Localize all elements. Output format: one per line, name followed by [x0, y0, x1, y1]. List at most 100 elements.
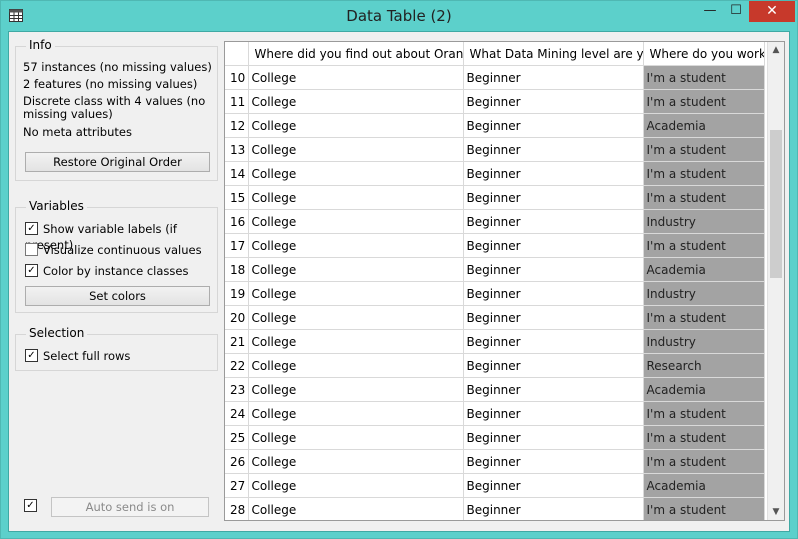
work-cell[interactable]: I'm a student — [643, 497, 765, 520]
data-table[interactable]: Where did you find out about Orange? Wha… — [224, 41, 785, 521]
work-cell[interactable]: I'm a student — [643, 425, 765, 450]
source-cell[interactable]: College — [248, 65, 464, 90]
work-cell[interactable]: Academia — [643, 113, 765, 138]
work-cell[interactable]: I'm a student — [643, 233, 765, 258]
table-row[interactable]: 21 College Beginner Industry — [225, 329, 765, 354]
work-cell[interactable]: I'm a student — [643, 161, 765, 186]
table-row[interactable]: 26 College Beginner I'm a student — [225, 449, 765, 474]
table-row[interactable]: 22 College Beginner Research — [225, 353, 765, 378]
row-number-cell[interactable]: 17 — [225, 233, 249, 258]
level-cell[interactable]: Beginner — [463, 209, 644, 234]
set-colors-button[interactable]: Set colors — [25, 286, 210, 306]
table-row[interactable]: 23 College Beginner Academia — [225, 377, 765, 402]
source-cell[interactable]: College — [248, 257, 464, 282]
level-cell[interactable]: Beginner — [463, 185, 644, 210]
visualize-continuous-checkbox[interactable]: Visualize continuous values — [25, 242, 202, 258]
work-cell[interactable]: Research — [643, 353, 765, 378]
work-cell[interactable]: Academia — [643, 257, 765, 282]
table-row[interactable]: 24 College Beginner I'm a student — [225, 401, 765, 426]
autosend-checkbox[interactable]: ✓ — [24, 498, 42, 514]
work-cell[interactable]: I'm a student — [643, 305, 765, 330]
row-number-cell[interactable]: 12 — [225, 113, 249, 138]
corner-header[interactable] — [225, 42, 249, 66]
table-row[interactable]: 19 College Beginner Industry — [225, 281, 765, 306]
source-cell[interactable]: College — [248, 377, 464, 402]
level-cell[interactable]: Beginner — [463, 281, 644, 306]
scroll-up-icon[interactable]: ▲ — [768, 42, 784, 58]
table-row[interactable]: 18 College Beginner Academia — [225, 257, 765, 282]
show-variable-labels-checkbox[interactable]: ✓ Show variable labels (if present) — [25, 221, 217, 252]
row-number-cell[interactable]: 25 — [225, 425, 249, 450]
work-cell[interactable]: I'm a student — [643, 449, 765, 474]
table-row[interactable]: 25 College Beginner I'm a student — [225, 425, 765, 450]
source-cell[interactable]: College — [248, 209, 464, 234]
scrollbar-thumb[interactable] — [770, 130, 782, 278]
level-cell[interactable]: Beginner — [463, 449, 644, 474]
table-row[interactable]: 10 College Beginner I'm a student — [225, 65, 765, 90]
row-number-cell[interactable]: 16 — [225, 209, 249, 234]
level-cell[interactable]: Beginner — [463, 497, 644, 520]
scroll-down-icon[interactable]: ▼ — [768, 504, 784, 520]
source-cell[interactable]: College — [248, 281, 464, 306]
work-cell[interactable]: I'm a student — [643, 65, 765, 90]
row-number-cell[interactable]: 15 — [225, 185, 249, 210]
restore-original-order-button[interactable]: Restore Original Order — [25, 152, 210, 172]
level-cell[interactable]: Beginner — [463, 65, 644, 90]
source-cell[interactable]: College — [248, 305, 464, 330]
work-cell[interactable]: Industry — [643, 209, 765, 234]
source-cell[interactable]: College — [248, 161, 464, 186]
work-cell[interactable]: I'm a student — [643, 89, 765, 114]
row-number-cell[interactable]: 21 — [225, 329, 249, 354]
work-cell[interactable]: I'm a student — [643, 401, 765, 426]
column-header-source[interactable]: Where did you find out about Orange? — [248, 42, 464, 66]
level-cell[interactable]: Beginner — [463, 305, 644, 330]
source-cell[interactable]: College — [248, 137, 464, 162]
source-cell[interactable]: College — [248, 89, 464, 114]
source-cell[interactable]: College — [248, 473, 464, 498]
table-row[interactable]: 14 College Beginner I'm a student — [225, 161, 765, 186]
column-header-work[interactable]: Where do you work? — [643, 42, 765, 66]
close-button[interactable]: ✕ — [749, 1, 795, 22]
column-header-level[interactable]: What Data Mining level are you? — [463, 42, 644, 66]
row-number-cell[interactable]: 28 — [225, 497, 249, 520]
minimize-button[interactable]: — — [697, 1, 723, 22]
table-row[interactable]: 12 College Beginner Academia — [225, 113, 765, 138]
level-cell[interactable]: Beginner — [463, 257, 644, 282]
row-number-cell[interactable]: 14 — [225, 161, 249, 186]
work-cell[interactable]: I'm a student — [643, 137, 765, 162]
vertical-scrollbar[interactable]: ▲ ▼ — [767, 42, 784, 520]
table-row[interactable]: 27 College Beginner Academia — [225, 473, 765, 498]
source-cell[interactable]: College — [248, 401, 464, 426]
source-cell[interactable]: College — [248, 185, 464, 210]
row-number-cell[interactable]: 18 — [225, 257, 249, 282]
table-row[interactable]: 13 College Beginner I'm a student — [225, 137, 765, 162]
level-cell[interactable]: Beginner — [463, 377, 644, 402]
level-cell[interactable]: Beginner — [463, 425, 644, 450]
table-row[interactable]: 16 College Beginner Industry — [225, 209, 765, 234]
table-row[interactable]: 15 College Beginner I'm a student — [225, 185, 765, 210]
row-number-cell[interactable]: 20 — [225, 305, 249, 330]
level-cell[interactable]: Beginner — [463, 89, 644, 114]
table-row[interactable]: 28 College Beginner I'm a student — [225, 497, 765, 520]
select-full-rows-checkbox[interactable]: ✓ Select full rows — [25, 348, 130, 364]
source-cell[interactable]: College — [248, 353, 464, 378]
source-cell[interactable]: College — [248, 449, 464, 474]
table-row[interactable]: 17 College Beginner I'm a student — [225, 233, 765, 258]
work-cell[interactable]: Industry — [643, 329, 765, 354]
level-cell[interactable]: Beginner — [463, 329, 644, 354]
source-cell[interactable]: College — [248, 425, 464, 450]
level-cell[interactable]: Beginner — [463, 401, 644, 426]
maximize-button[interactable]: ☐ — [723, 1, 749, 22]
row-number-cell[interactable]: 22 — [225, 353, 249, 378]
work-cell[interactable]: Industry — [643, 281, 765, 306]
level-cell[interactable]: Beginner — [463, 473, 644, 498]
row-number-cell[interactable]: 11 — [225, 89, 249, 114]
row-number-cell[interactable]: 27 — [225, 473, 249, 498]
work-cell[interactable]: I'm a student — [643, 185, 765, 210]
level-cell[interactable]: Beginner — [463, 233, 644, 258]
row-number-cell[interactable]: 13 — [225, 137, 249, 162]
color-by-class-checkbox[interactable]: ✓ Color by instance classes — [25, 263, 188, 279]
row-number-cell[interactable]: 10 — [225, 65, 249, 90]
source-cell[interactable]: College — [248, 113, 464, 138]
title-bar[interactable]: Data Table (2) — ☐ ✕ — [1, 1, 797, 31]
